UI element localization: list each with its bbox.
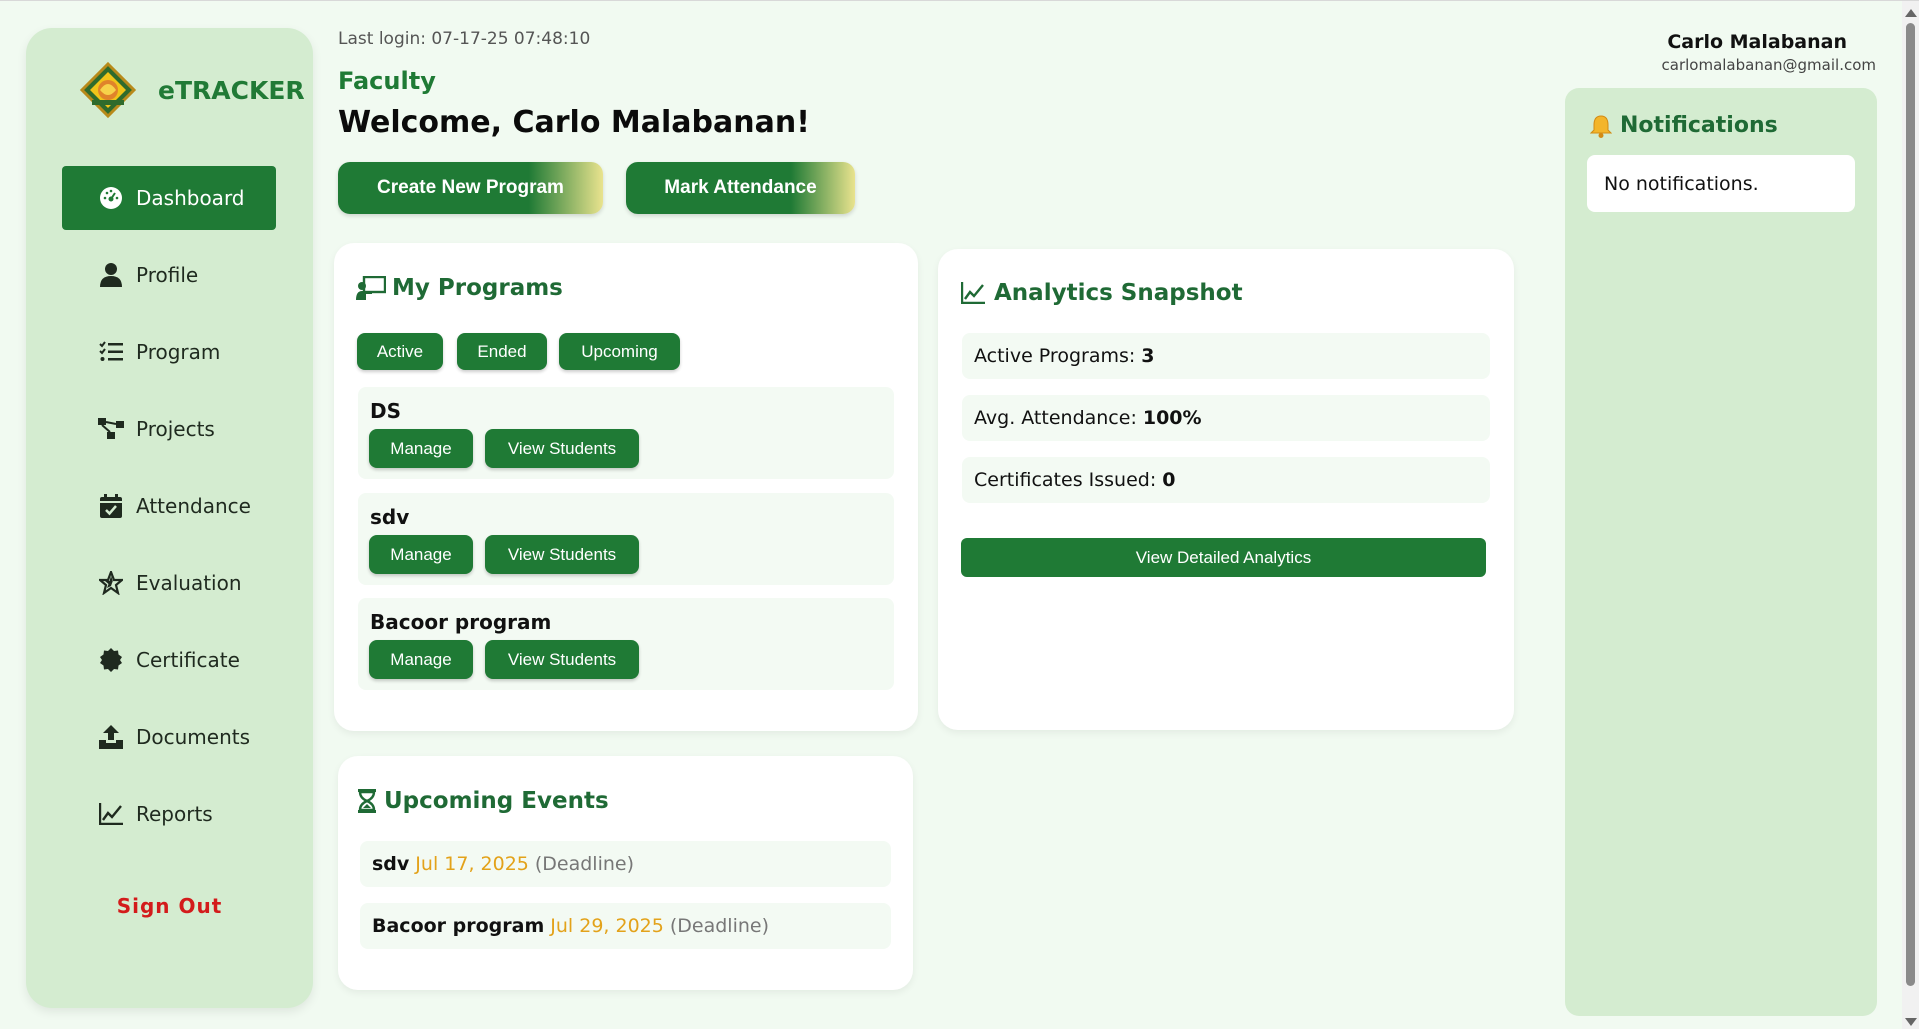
stat-value: 0 (1162, 469, 1176, 491)
sidebar-item-label: Reports (136, 802, 213, 826)
notifications-title-text: Notifications (1620, 113, 1778, 138)
sidebar-item-attendance[interactable]: Attendance (62, 474, 276, 538)
sidebar: eTRACKER Dashboard Profile Program Proje… (26, 28, 313, 1008)
user-icon (98, 262, 124, 288)
sidebar-item-label: Attendance (136, 494, 251, 518)
view-detailed-analytics-button[interactable]: View Detailed Analytics (961, 538, 1486, 577)
event-row-sdv[interactable]: sdv Jul 17, 2025 (Deadline) (360, 841, 891, 887)
chart-line-icon (98, 801, 124, 827)
sidebar-item-documents[interactable]: Documents (62, 705, 276, 769)
page-scrollbar[interactable] (1902, 1, 1919, 1029)
event-row-bacoor[interactable]: Bacoor program Jul 29, 2025 (Deadline) (360, 903, 891, 949)
sidebar-item-evaluation[interactable]: Evaluation (62, 551, 276, 615)
sidebar-item-label: Certificate (136, 648, 240, 672)
dashboard-gauge-icon (98, 185, 124, 211)
analytics-title: Analytics Snapshot (958, 278, 1243, 308)
user-name: Carlo Malabanan (1667, 31, 1847, 53)
notifications-empty-message: No notifications. (1587, 155, 1855, 212)
sidebar-item-label: Profile (136, 263, 199, 287)
event-tag: (Deadline) (669, 915, 769, 937)
calendar-check-icon (98, 493, 124, 519)
mark-attendance-button[interactable]: Mark Attendance (626, 162, 855, 214)
view-students-button[interactable]: View Students (485, 429, 639, 468)
event-date: Jul 29, 2025 (550, 915, 664, 937)
project-diagram-icon (98, 416, 124, 442)
manage-button[interactable]: Manage (369, 640, 473, 679)
program-row-bacoor: Bacoor program Manage View Students (358, 598, 894, 690)
sidebar-item-certificate[interactable]: Certificate (62, 628, 276, 692)
notifications-title: Notifications (1590, 113, 1778, 138)
view-students-button[interactable]: View Students (485, 640, 639, 679)
upcoming-events-title-text: Upcoming Events (384, 788, 609, 814)
manage-button[interactable]: Manage (369, 429, 473, 468)
filter-ended-button[interactable]: Ended (457, 333, 547, 370)
sidebar-item-label: Documents (136, 725, 251, 749)
sidebar-item-reports[interactable]: Reports (62, 782, 276, 846)
my-programs-title: My Programs (356, 273, 563, 303)
sidebar-item-projects[interactable]: Projects (62, 397, 276, 461)
stat-certificates-issued: Certificates Issued: 0 (962, 457, 1490, 503)
upcoming-events-title: Upcoming Events (356, 786, 609, 816)
sidebar-item-label: Dashboard (136, 186, 245, 210)
sidebar-item-label: Program (136, 340, 221, 364)
create-new-program-button[interactable]: Create New Program (338, 162, 603, 214)
program-name: DS (370, 399, 402, 423)
role-label: Faculty (338, 67, 436, 95)
sidebar-item-program[interactable]: Program (62, 320, 276, 384)
etracker-logo-icon (79, 61, 137, 119)
user-email: carlomalabanan@gmail.com (1661, 56, 1877, 74)
scroll-up-arrow-icon[interactable] (1905, 9, 1917, 17)
stat-active-programs: Active Programs: 3 (962, 333, 1490, 379)
notifications-panel (1565, 88, 1877, 1016)
scroll-down-arrow-icon[interactable] (1905, 1018, 1917, 1026)
stat-label: Certificates Issued: (974, 469, 1157, 491)
chalkboard-teacher-icon (356, 273, 386, 303)
list-check-icon (98, 339, 124, 365)
program-row-sdv: sdv Manage View Students (358, 493, 894, 585)
scroll-thumb[interactable] (1906, 23, 1915, 986)
sidebar-item-label: Evaluation (136, 571, 242, 595)
stat-avg-attendance: Avg. Attendance: 100% (962, 395, 1490, 441)
sign-out-link[interactable]: Sign Out (26, 894, 313, 918)
manage-button[interactable]: Manage (369, 535, 473, 574)
program-name: Bacoor program (370, 610, 552, 634)
event-name: sdv (372, 853, 410, 875)
filter-active-button[interactable]: Active (357, 333, 443, 370)
event-name: Bacoor program (372, 915, 545, 937)
welcome-heading: Welcome, Carlo Malabanan! (338, 105, 810, 140)
certificate-badge-icon (98, 647, 124, 673)
last-login-text: Last login: 07-17-25 07:48:10 (338, 29, 591, 49)
program-name: sdv (370, 505, 410, 529)
program-row-ds: DS Manage View Students (358, 387, 894, 479)
event-date: Jul 17, 2025 (415, 853, 529, 875)
hourglass-icon (356, 786, 378, 816)
stat-label: Avg. Attendance: (974, 407, 1137, 429)
stat-value: 100% (1142, 407, 1202, 429)
sidebar-item-profile[interactable]: Profile (62, 243, 276, 307)
sidebar-item-dashboard[interactable]: Dashboard (62, 166, 276, 230)
brand[interactable]: eTRACKER (78, 60, 305, 120)
chart-line-icon (958, 278, 988, 308)
brand-name: eTRACKER (158, 75, 305, 105)
stat-label: Active Programs: (974, 345, 1136, 367)
filter-upcoming-button[interactable]: Upcoming (559, 333, 680, 370)
my-programs-title-text: My Programs (392, 275, 563, 301)
event-tag: (Deadline) (534, 853, 635, 875)
analytics-title-text: Analytics Snapshot (994, 280, 1243, 306)
upload-icon (98, 724, 124, 750)
sidebar-item-label: Projects (136, 417, 215, 441)
view-students-button[interactable]: View Students (485, 535, 639, 574)
stat-value: 3 (1141, 345, 1155, 367)
bell-icon (1590, 114, 1612, 138)
star-icon (98, 570, 124, 596)
